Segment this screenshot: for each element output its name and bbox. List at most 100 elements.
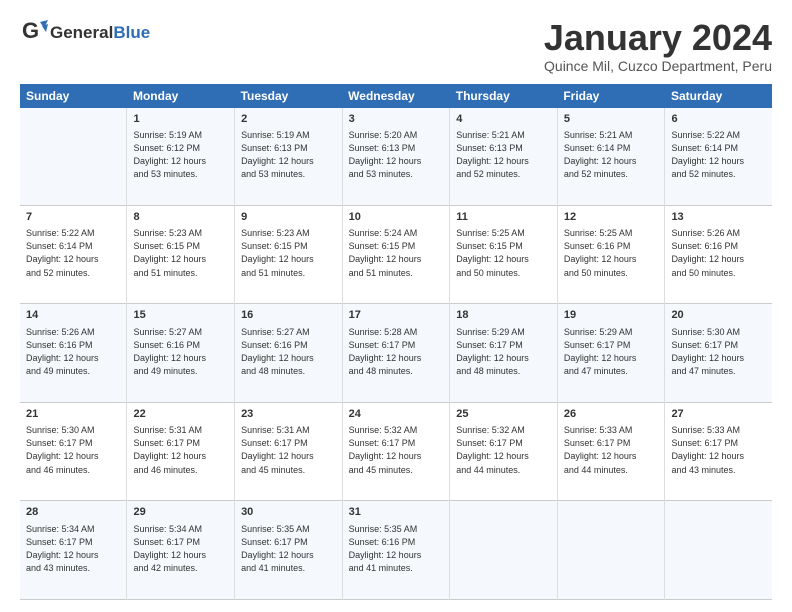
col-thursday: Thursday <box>450 84 558 108</box>
cell-content: Sunrise: 5:26 AM Sunset: 6:16 PM Dayligh… <box>26 326 120 378</box>
day-number: 16 <box>241 308 336 323</box>
logo-icon: G <box>20 18 48 46</box>
day-number: 9 <box>241 210 336 225</box>
table-cell: 31 Sunrise: 5:35 AM Sunset: 6:16 PM Dayli… <box>342 501 450 600</box>
cell-content: Sunrise: 5:35 AM Sunset: 6:17 PM Dayligh… <box>241 523 336 575</box>
day-number: 27 <box>671 407 766 422</box>
day-number: 18 <box>456 308 551 323</box>
table-cell: 14 Sunrise: 5:26 AM Sunset: 6:16 PM Dayli… <box>20 304 127 403</box>
cell-content: Sunrise: 5:31 AM Sunset: 6:17 PM Dayligh… <box>241 424 336 476</box>
day-number: 20 <box>671 308 766 323</box>
cell-content: Sunrise: 5:29 AM Sunset: 6:17 PM Dayligh… <box>456 326 551 378</box>
table-cell: 16 Sunrise: 5:27 AM Sunset: 6:16 PM Dayli… <box>235 304 343 403</box>
day-number: 5 <box>564 112 659 127</box>
table-row: 14 Sunrise: 5:26 AM Sunset: 6:16 PM Dayli… <box>20 304 772 403</box>
day-number: 31 <box>349 505 444 520</box>
col-tuesday: Tuesday <box>235 84 343 108</box>
cell-content: Sunrise: 5:34 AM Sunset: 6:17 PM Dayligh… <box>26 523 120 575</box>
day-number: 11 <box>456 210 551 225</box>
table-cell: 7 Sunrise: 5:22 AM Sunset: 6:14 PM Daylig… <box>20 205 127 304</box>
table-cell: 24Sunrise: 5:32 AM Sunset: 6:17 PM Dayli… <box>342 402 450 501</box>
table-cell: 26 Sunrise: 5:33 AM Sunset: 6:17 PM Dayli… <box>557 402 665 501</box>
day-number: 14 <box>26 308 120 323</box>
day-number: 25 <box>456 407 551 422</box>
cell-content: Sunrise: 5:35 AM Sunset: 6:16 PM Dayligh… <box>349 523 444 575</box>
day-number: 2 <box>241 112 336 127</box>
cell-content: Sunrise: 5:21 AM Sunset: 6:14 PM Dayligh… <box>564 129 659 181</box>
col-friday: Friday <box>557 84 665 108</box>
table-row: 1Sunrise: 5:19 AM Sunset: 6:12 PM Daylig… <box>20 108 772 206</box>
day-number: 10 <box>349 210 444 225</box>
day-number: 28 <box>26 505 120 520</box>
table-cell: 23 Sunrise: 5:31 AM Sunset: 6:17 PM Dayli… <box>235 402 343 501</box>
table-cell: 28 Sunrise: 5:34 AM Sunset: 6:17 PM Dayli… <box>20 501 127 600</box>
title-area: January 2024 Quince Mil, Cuzco Departmen… <box>544 18 772 74</box>
cell-content: Sunrise: 5:33 AM Sunset: 6:17 PM Dayligh… <box>671 424 766 476</box>
day-number: 21 <box>26 407 120 422</box>
table-cell: 8 Sunrise: 5:23 AM Sunset: 6:15 PM Daylig… <box>127 205 235 304</box>
day-number: 26 <box>564 407 659 422</box>
day-number: 17 <box>349 308 444 323</box>
cell-content: Sunrise: 5:22 AM Sunset: 6:14 PM Dayligh… <box>26 227 120 279</box>
header-row: Sunday Monday Tuesday Wednesday Thursday… <box>20 84 772 108</box>
day-number: 13 <box>671 210 766 225</box>
logo-general: General <box>50 23 113 42</box>
table-cell: 19Sunrise: 5:29 AM Sunset: 6:17 PM Dayli… <box>557 304 665 403</box>
day-number: 12 <box>564 210 659 225</box>
day-number: 15 <box>133 308 228 323</box>
month-title: January 2024 <box>544 18 772 58</box>
cell-content: Sunrise: 5:24 AM Sunset: 6:15 PM Dayligh… <box>349 227 444 279</box>
day-number: 23 <box>241 407 336 422</box>
table-cell: 18 Sunrise: 5:29 AM Sunset: 6:17 PM Dayli… <box>450 304 558 403</box>
header: G GeneralBlue January 2024 Quince Mil, C… <box>20 18 772 74</box>
table-cell: 3Sunrise: 5:20 AM Sunset: 6:13 PM Daylig… <box>342 108 450 206</box>
cell-content: Sunrise: 5:29 AM Sunset: 6:17 PM Dayligh… <box>564 326 659 378</box>
col-sunday: Sunday <box>20 84 127 108</box>
day-number: 30 <box>241 505 336 520</box>
cell-content: Sunrise: 5:25 AM Sunset: 6:16 PM Dayligh… <box>564 227 659 279</box>
table-cell: 20 Sunrise: 5:30 AM Sunset: 6:17 PM Dayli… <box>665 304 772 403</box>
logo-blue: Blue <box>113 23 150 42</box>
cell-content: Sunrise: 5:21 AM Sunset: 6:13 PM Dayligh… <box>456 129 551 181</box>
table-cell: 9 Sunrise: 5:23 AM Sunset: 6:15 PM Daylig… <box>235 205 343 304</box>
table-cell: 17Sunrise: 5:28 AM Sunset: 6:17 PM Dayli… <box>342 304 450 403</box>
day-number: 7 <box>26 210 120 225</box>
table-row: 21Sunrise: 5:30 AM Sunset: 6:17 PM Dayli… <box>20 402 772 501</box>
day-number: 8 <box>133 210 228 225</box>
cell-content: Sunrise: 5:32 AM Sunset: 6:17 PM Dayligh… <box>456 424 551 476</box>
table-cell: 25 Sunrise: 5:32 AM Sunset: 6:17 PM Dayli… <box>450 402 558 501</box>
table-cell: 29Sunrise: 5:34 AM Sunset: 6:17 PM Dayli… <box>127 501 235 600</box>
col-saturday: Saturday <box>665 84 772 108</box>
cell-content: Sunrise: 5:19 AM Sunset: 6:13 PM Dayligh… <box>241 129 336 181</box>
table-cell <box>20 108 127 206</box>
table-cell: 22Sunrise: 5:31 AM Sunset: 6:17 PM Dayli… <box>127 402 235 501</box>
subtitle: Quince Mil, Cuzco Department, Peru <box>544 58 772 74</box>
table-cell: 10 Sunrise: 5:24 AM Sunset: 6:15 PM Dayli… <box>342 205 450 304</box>
svg-text:G: G <box>22 18 39 43</box>
col-monday: Monday <box>127 84 235 108</box>
cell-content: Sunrise: 5:32 AM Sunset: 6:17 PM Dayligh… <box>349 424 444 476</box>
table-cell: 13Sunrise: 5:26 AM Sunset: 6:16 PM Dayli… <box>665 205 772 304</box>
day-number: 6 <box>671 112 766 127</box>
table-cell: 1Sunrise: 5:19 AM Sunset: 6:12 PM Daylig… <box>127 108 235 206</box>
table-row: 7 Sunrise: 5:22 AM Sunset: 6:14 PM Daylig… <box>20 205 772 304</box>
cell-content: Sunrise: 5:27 AM Sunset: 6:16 PM Dayligh… <box>241 326 336 378</box>
table-cell <box>557 501 665 600</box>
table-cell: 5 Sunrise: 5:21 AM Sunset: 6:14 PM Daylig… <box>557 108 665 206</box>
cell-content: Sunrise: 5:34 AM Sunset: 6:17 PM Dayligh… <box>133 523 228 575</box>
cell-content: Sunrise: 5:30 AM Sunset: 6:17 PM Dayligh… <box>671 326 766 378</box>
table-cell: 30 Sunrise: 5:35 AM Sunset: 6:17 PM Dayli… <box>235 501 343 600</box>
cell-content: Sunrise: 5:22 AM Sunset: 6:14 PM Dayligh… <box>671 129 766 181</box>
day-number: 1 <box>133 112 228 127</box>
page: G GeneralBlue January 2024 Quince Mil, C… <box>0 0 792 612</box>
day-number: 4 <box>456 112 551 127</box>
cell-content: Sunrise: 5:33 AM Sunset: 6:17 PM Dayligh… <box>564 424 659 476</box>
cell-content: Sunrise: 5:23 AM Sunset: 6:15 PM Dayligh… <box>241 227 336 279</box>
logo: G GeneralBlue <box>20 18 150 46</box>
table-cell <box>665 501 772 600</box>
day-number: 3 <box>349 112 444 127</box>
cell-content: Sunrise: 5:23 AM Sunset: 6:15 PM Dayligh… <box>133 227 228 279</box>
table-cell <box>450 501 558 600</box>
cell-content: Sunrise: 5:31 AM Sunset: 6:17 PM Dayligh… <box>133 424 228 476</box>
table-cell: 11Sunrise: 5:25 AM Sunset: 6:15 PM Dayli… <box>450 205 558 304</box>
